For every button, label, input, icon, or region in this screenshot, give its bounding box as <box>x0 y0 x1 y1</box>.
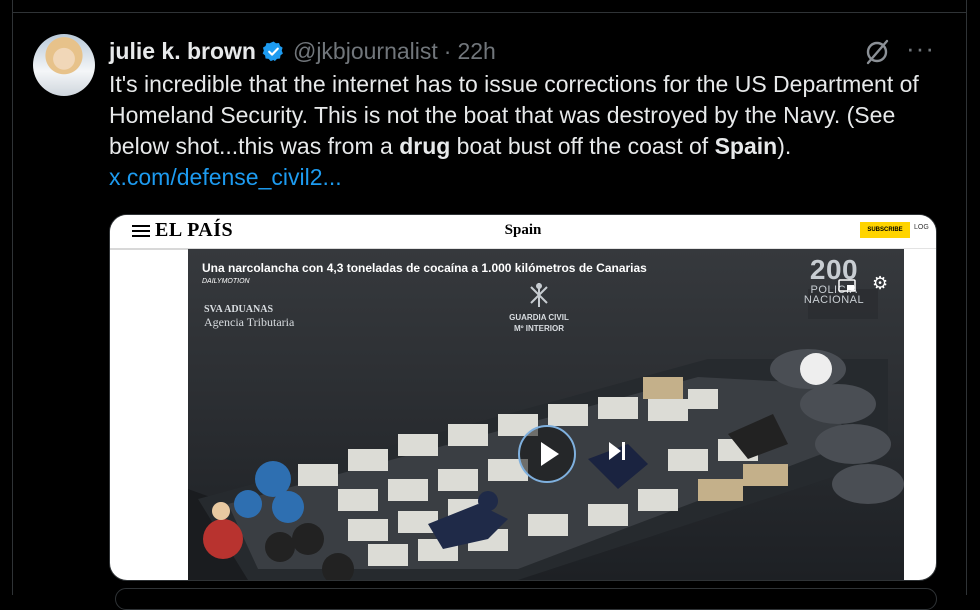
grok-icon[interactable] <box>863 38 891 66</box>
next-icon[interactable] <box>608 441 626 461</box>
tweet-text-part: boat bust off the coast of <box>450 133 715 159</box>
site-header: EL PAÍS Spain SUBSCRIBE LOG <box>110 215 936 249</box>
timestamp[interactable]: 22h <box>457 38 495 65</box>
guardia-civil-logo: GUARDIA CIVIL Mº INTERIOR <box>504 282 574 334</box>
site-section-title: Spain <box>504 222 542 238</box>
agency-logo: SVA ADUANAS Agencia Tributaria <box>204 303 294 329</box>
more-icon[interactable]: ··· <box>906 35 936 64</box>
tweet-bold-word: Spain <box>714 133 778 159</box>
separator-dot: · <box>443 37 452 64</box>
video-title: Una narcolancha con 4,3 toneladas de coc… <box>202 261 647 275</box>
handle[interactable]: @jkbjournalist <box>293 38 438 65</box>
tweet-bold-word: drug <box>399 133 451 159</box>
agency-subtitle: Agencia Tributaria <box>204 315 295 329</box>
login-link: LOG <box>914 224 929 231</box>
display-name[interactable]: julie k. brown <box>109 38 256 65</box>
dailymotion-brand: DAILYMOTION <box>202 278 250 285</box>
tweet-text-part: ). <box>777 133 792 159</box>
guardia-civil-emblem-icon <box>530 283 548 307</box>
next-tweet-card-edge <box>115 588 937 610</box>
policia-anniversary: 200 <box>809 254 859 285</box>
avatar[interactable] <box>33 34 95 96</box>
play-icon[interactable] <box>518 425 576 483</box>
right-border <box>966 0 967 595</box>
top-divider <box>12 12 967 13</box>
policia-nacional-logo: 200 POLICIA NACIONAL <box>782 254 886 306</box>
guardia-civil-name: GUARDIA CIVIL <box>509 313 569 322</box>
cast-icon[interactable] <box>838 279 856 293</box>
policia-line-2: NACIONAL <box>803 294 865 306</box>
video-player[interactable]: Una narcolancha con 4,3 toneladas de coc… <box>188 249 904 580</box>
media-card[interactable]: EL PAÍS Spain SUBSCRIBE LOG Una narcolan… <box>109 214 937 581</box>
tweet-header: julie k. brown @jkbjournalist · 22h <box>109 34 496 68</box>
tweet-text: It's incredible that the internet has to… <box>109 69 939 193</box>
guardia-civil-ministry: Mº INTERIOR <box>513 324 565 333</box>
verified-badge-icon <box>262 40 283 61</box>
left-border <box>12 0 13 595</box>
subscribe-button: SUBSCRIBE <box>860 222 910 238</box>
tweet-link[interactable]: x.com/defense_civil2... <box>109 164 342 190</box>
settings-icon[interactable]: ⚙ <box>872 274 890 292</box>
